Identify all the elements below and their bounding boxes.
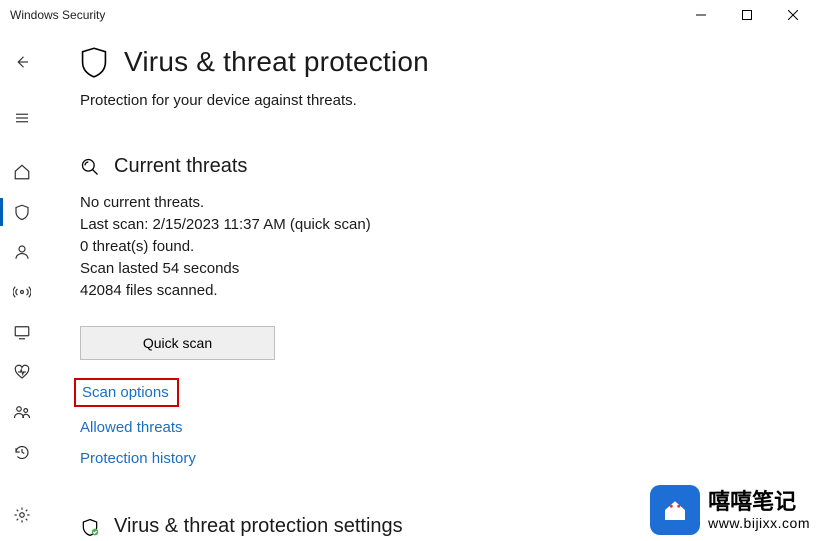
quick-scan-button[interactable]: Quick scan bbox=[80, 326, 275, 360]
page-title: Virus & threat protection bbox=[124, 46, 429, 78]
section-heading: Current threats bbox=[114, 155, 247, 178]
section-heading-settings: Virus & threat protection settings bbox=[114, 515, 403, 538]
status-block: No current threats. Last scan: 2/15/2023… bbox=[80, 192, 792, 302]
link-protection-history[interactable]: Protection history bbox=[80, 450, 196, 467]
content-area: Virus & threat protection Protection for… bbox=[44, 30, 822, 541]
page-header: Virus & threat protection bbox=[80, 46, 792, 78]
titlebar: Windows Security bbox=[0, 0, 822, 30]
hamburger-button[interactable] bbox=[0, 98, 44, 138]
maximize-button[interactable] bbox=[724, 1, 770, 29]
status-last-scan: Last scan: 2/15/2023 11:37 AM (quick sca… bbox=[80, 214, 792, 236]
status-files: 42084 files scanned. bbox=[80, 280, 792, 302]
status-found: 0 threat(s) found. bbox=[80, 236, 792, 258]
watermark: 嘻嘻笔记 www.bijixx.com bbox=[650, 485, 810, 535]
watermark-cn: 嘻嘻笔记 bbox=[708, 489, 810, 514]
back-button[interactable] bbox=[0, 42, 44, 82]
window-title: Windows Security bbox=[10, 8, 105, 22]
link-scan-options[interactable]: Scan options bbox=[74, 378, 179, 407]
nav-rail bbox=[0, 30, 44, 541]
nav-firewall[interactable] bbox=[0, 272, 44, 312]
status-none: No current threats. bbox=[80, 192, 792, 214]
shield-check-icon bbox=[80, 517, 100, 537]
watermark-url: www.bijixx.com bbox=[708, 515, 810, 531]
nav-settings[interactable] bbox=[0, 495, 44, 535]
nav-app-browser[interactable] bbox=[0, 312, 44, 352]
nav-history[interactable] bbox=[0, 432, 44, 472]
section-current-threats: Current threats No current threats. Last… bbox=[80, 155, 792, 481]
nav-family[interactable] bbox=[0, 392, 44, 432]
scan-icon bbox=[80, 157, 100, 177]
nav-home[interactable] bbox=[0, 152, 44, 192]
close-button[interactable] bbox=[770, 1, 816, 29]
nav-device-perf[interactable] bbox=[0, 352, 44, 392]
nav-account[interactable] bbox=[0, 232, 44, 272]
link-allowed-threats[interactable]: Allowed threats bbox=[80, 419, 183, 436]
nav-virus[interactable] bbox=[0, 192, 44, 232]
watermark-logo bbox=[650, 485, 700, 535]
shield-icon bbox=[80, 46, 108, 78]
window-controls bbox=[678, 1, 816, 29]
status-duration: Scan lasted 54 seconds bbox=[80, 258, 792, 280]
page-subtitle: Protection for your device against threa… bbox=[80, 92, 792, 109]
minimize-button[interactable] bbox=[678, 1, 724, 29]
